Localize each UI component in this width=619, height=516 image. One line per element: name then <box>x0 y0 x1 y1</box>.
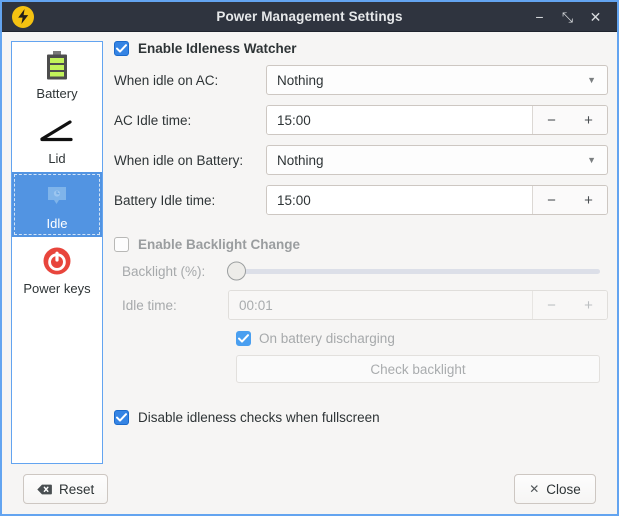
close-x-icon: ✕ <box>529 482 539 496</box>
chevron-down-icon: ▼ <box>587 155 596 165</box>
enable-backlight-change-checkbox[interactable] <box>114 237 129 252</box>
close-window-button[interactable]: ✕ <box>588 9 603 25</box>
disable-idleness-fullscreen-row[interactable]: Disable idleness checks when fullscreen <box>114 410 608 425</box>
reset-button[interactable]: Reset <box>23 474 108 504</box>
battery-idle-time-spinner[interactable]: 15:00 − + <box>266 185 608 215</box>
when-idle-on-battery-label: When idle on Battery: <box>114 153 266 168</box>
window-controls: − ⤡ ✕ <box>532 9 611 25</box>
when-idle-on-ac-value: Nothing <box>277 73 587 88</box>
backlight-percent-label: Backlight (%): <box>122 264 228 279</box>
sidebar-item-idle[interactable]: Idle <box>12 172 102 237</box>
when-idle-on-battery-combo[interactable]: Nothing ▼ <box>266 145 608 175</box>
backlight-idle-time-spinner[interactable]: 00:01 − + <box>228 290 608 320</box>
ac-idle-time-spinner[interactable]: 15:00 − + <box>266 105 608 135</box>
power-bolt-icon <box>12 6 34 28</box>
close-button-label: Close <box>546 482 581 497</box>
ac-idle-time-label: AC Idle time: <box>114 113 266 128</box>
sidebar-item-battery[interactable]: Battery <box>12 42 102 107</box>
idle-screen-icon <box>45 179 69 213</box>
battery-idle-time-input[interactable]: 15:00 <box>267 186 533 214</box>
enable-idleness-watcher-row[interactable]: Enable Idleness Watcher <box>114 41 608 56</box>
backlight-section: Enable Backlight Change Backlight (%): I… <box>114 237 608 383</box>
when-idle-on-ac-label: When idle on AC: <box>114 73 266 88</box>
erase-backspace-icon <box>37 484 52 495</box>
backlight-idle-time-decrement[interactable]: − <box>533 291 570 319</box>
sidebar-item-label: Power keys <box>23 281 90 296</box>
sidebar-item-lid[interactable]: Lid <box>12 107 102 172</box>
on-battery-discharging-checkbox[interactable] <box>236 331 251 346</box>
idle-options-grid: When idle on AC: Nothing ▼ AC Idle time:… <box>114 65 608 215</box>
category-sidebar: Battery Lid <box>11 41 103 464</box>
enable-backlight-change-row[interactable]: Enable Backlight Change <box>114 237 608 252</box>
chevron-down-icon: ▼ <box>587 75 596 85</box>
ac-idle-time-increment[interactable]: + <box>570 106 607 134</box>
backlight-options-grid: Backlight (%): Idle time: 00:01 − + <box>114 261 608 320</box>
sidebar-item-label: Idle <box>47 216 68 231</box>
sidebar-item-label: Battery <box>36 86 77 101</box>
window-title: Power Management Settings <box>2 9 617 24</box>
restore-button[interactable]: ⤡ <box>560 9 575 25</box>
power-management-window: Power Management Settings − ⤡ ✕ <box>0 0 619 516</box>
on-battery-discharging-label: On battery discharging <box>259 331 395 346</box>
check-backlight-button[interactable]: Check backlight <box>236 355 600 383</box>
enable-backlight-change-label: Enable Backlight Change <box>138 237 300 252</box>
disable-idleness-fullscreen-checkbox[interactable] <box>114 410 129 425</box>
backlight-idle-time-increment[interactable]: + <box>570 291 607 319</box>
close-button[interactable]: ✕ Close <box>514 474 596 504</box>
backlight-idle-time-input[interactable]: 00:01 <box>229 291 533 319</box>
sidebar-item-power-keys[interactable]: Power keys <box>12 237 102 302</box>
title-bar: Power Management Settings − ⤡ ✕ <box>2 2 617 32</box>
idle-settings-panel: Enable Idleness Watcher When idle on AC:… <box>112 41 608 464</box>
when-idle-on-battery-value: Nothing <box>277 153 587 168</box>
power-button-icon <box>42 244 72 278</box>
enable-idleness-watcher-checkbox[interactable] <box>114 41 129 56</box>
disable-idleness-fullscreen-label: Disable idleness checks when fullscreen <box>138 410 380 425</box>
when-idle-on-ac-combo[interactable]: Nothing ▼ <box>266 65 608 95</box>
laptop-lid-icon <box>39 114 75 148</box>
battery-idle-time-label: Battery Idle time: <box>114 193 266 208</box>
backlight-slider[interactable] <box>228 261 608 281</box>
content-upper: Battery Lid <box>11 41 608 464</box>
battery-idle-time-decrement[interactable]: − <box>533 186 570 214</box>
ac-idle-time-decrement[interactable]: − <box>533 106 570 134</box>
dialog-footer: Reset ✕ Close <box>11 464 608 514</box>
ac-idle-time-input[interactable]: 15:00 <box>267 106 533 134</box>
reset-button-label: Reset <box>59 482 94 497</box>
backlight-sub-options: On battery discharging Check backlight <box>114 331 608 383</box>
backlight-idle-time-label: Idle time: <box>122 298 228 313</box>
battery-icon <box>45 49 69 83</box>
window-content: Battery Lid <box>2 32 617 514</box>
enable-idleness-watcher-label: Enable Idleness Watcher <box>138 41 297 56</box>
backlight-slider-handle[interactable] <box>227 262 246 281</box>
on-battery-discharging-row[interactable]: On battery discharging <box>236 331 600 346</box>
sidebar-item-label: Lid <box>48 151 65 166</box>
backlight-slider-track[interactable] <box>228 269 600 274</box>
minimize-button[interactable]: − <box>532 9 547 25</box>
battery-idle-time-increment[interactable]: + <box>570 186 607 214</box>
